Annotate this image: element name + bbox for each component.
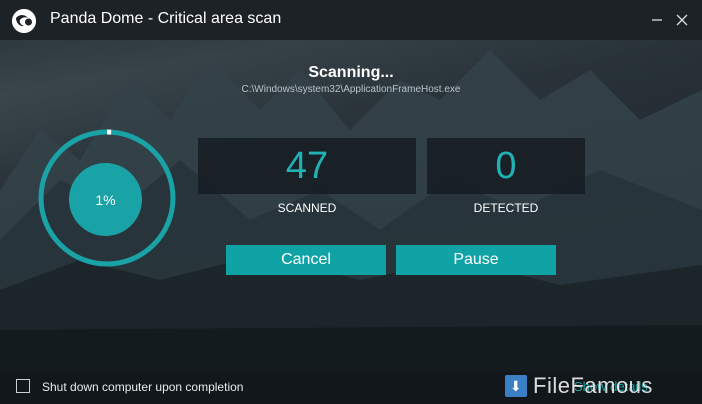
minimize-button[interactable]	[645, 8, 669, 32]
pause-button[interactable]: Pause	[396, 245, 556, 275]
show-details-link[interactable]: Show details	[574, 379, 648, 394]
scanned-label: SCANNED	[277, 201, 337, 215]
scanned-count: 47	[198, 138, 416, 194]
cancel-button[interactable]: Cancel	[226, 245, 386, 275]
scan-status: Scanning...	[308, 64, 394, 81]
minimize-icon	[652, 19, 662, 21]
scan-current-path: C:\Windows\system32\ApplicationFrameHost…	[241, 84, 461, 95]
progress-percent: 1%	[69, 163, 142, 236]
detected-count: 0	[427, 138, 585, 194]
shutdown-checkbox[interactable]	[16, 379, 30, 393]
panda-logo-icon	[12, 9, 36, 33]
close-button[interactable]	[670, 8, 694, 32]
close-icon	[676, 14, 688, 26]
detected-label: DETECTED	[473, 201, 539, 215]
scan-window: Panda Dome - Critical area scan Scanning…	[0, 0, 702, 404]
window-title: Panda Dome - Critical area scan	[50, 10, 282, 27]
title-bar: Panda Dome - Critical area scan	[0, 0, 702, 40]
shutdown-label: Shut down computer upon completion	[42, 380, 244, 394]
